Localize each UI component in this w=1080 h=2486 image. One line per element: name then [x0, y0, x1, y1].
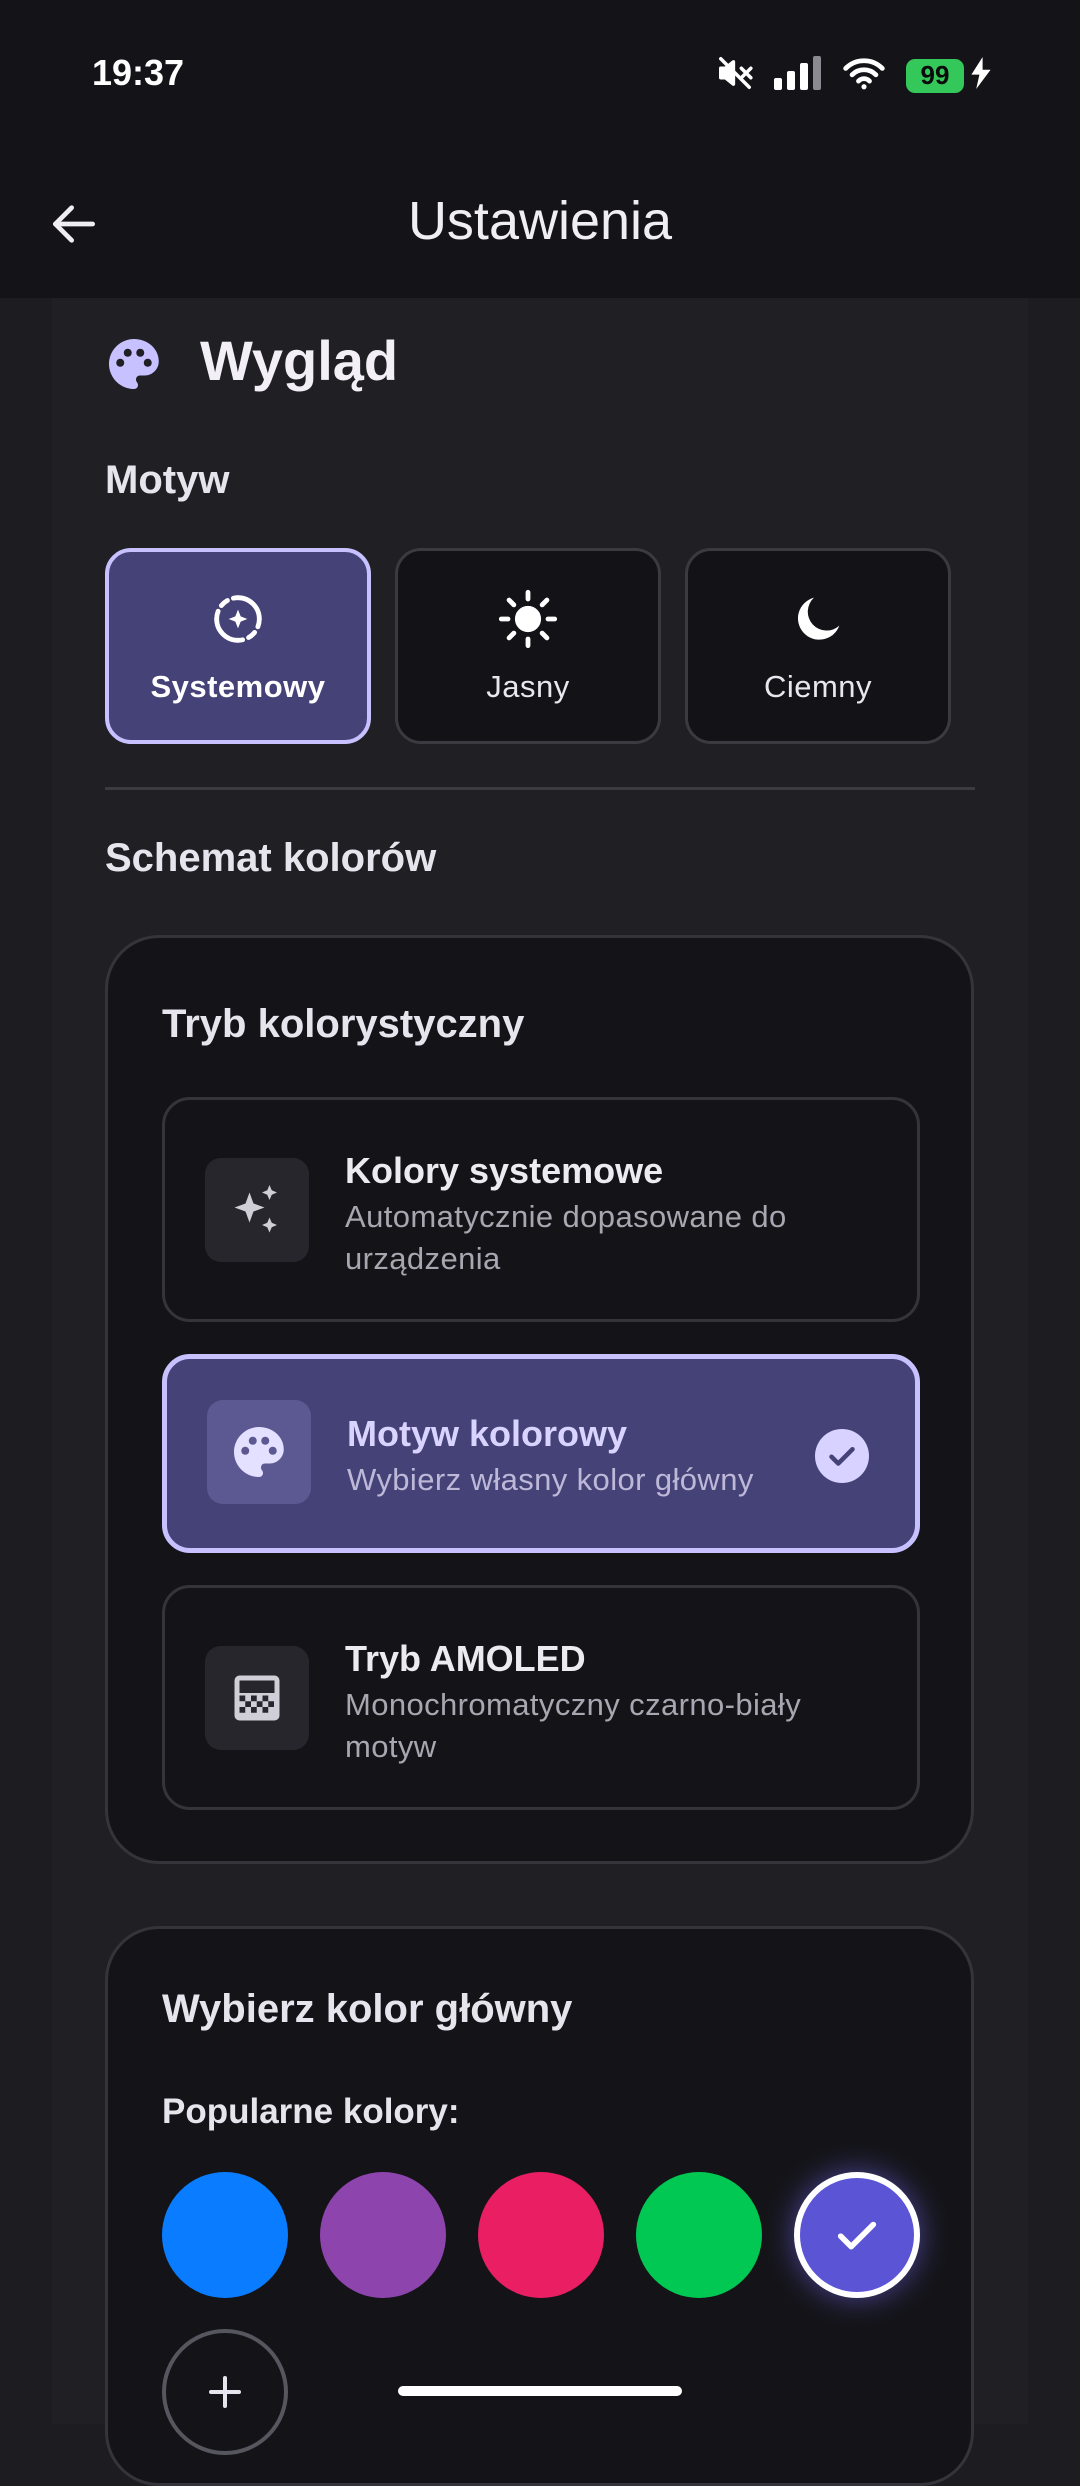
- option-description: Monochromatyczny czarno-biały motyw: [345, 1687, 802, 1764]
- section-title: Wygląd: [200, 329, 399, 392]
- color-swatch-blue[interactable]: [162, 2172, 288, 2298]
- primary-color-card: Wybierz kolor główny Popularne kolory:: [105, 1926, 974, 2486]
- color-swatch-indigo[interactable]: [794, 2172, 920, 2298]
- theme-option-label: Jasny: [486, 669, 570, 704]
- page-title: Ustawienia: [407, 191, 673, 251]
- color-mode-card: Tryb kolorystyczny Kolory systemowe Auto…: [105, 935, 974, 1864]
- option-description: Wybierz własny kolor główny: [347, 1462, 754, 1497]
- option-color-theme[interactable]: Motyw kolorowy Wybierz własny kolor głów…: [162, 1354, 920, 1553]
- plus-icon: [209, 2376, 241, 2408]
- popular-colors-label: Popularne kolory:: [162, 2092, 460, 2131]
- moon-icon: [797, 597, 840, 640]
- color-swatch-pink[interactable]: [478, 2172, 604, 2298]
- system-theme-icon: [214, 595, 262, 643]
- color-scheme-label: Schemat kolorów: [105, 836, 437, 880]
- option-amoled[interactable]: Tryb AMOLED Monochromatyczny czarno-biał…: [162, 1585, 920, 1810]
- sun-icon: [498, 589, 558, 649]
- card-title: Wybierz kolor główny: [162, 1987, 573, 2031]
- check-icon: [837, 2221, 877, 2250]
- mute-icon: [716, 54, 754, 97]
- card-title: Tryb kolorystyczny: [162, 1002, 525, 1046]
- theme-option-dark[interactable]: Ciemny: [685, 548, 951, 744]
- theme-option-label: Systemowy: [150, 669, 326, 704]
- option-title: Tryb AMOLED: [345, 1638, 586, 1679]
- divider: [105, 787, 975, 790]
- option-title: Kolory systemowe: [345, 1150, 664, 1191]
- option-system-colors[interactable]: Kolory systemowe Automatycznie dopasowan…: [162, 1097, 920, 1322]
- wifi-icon: [842, 56, 886, 95]
- sparkles-icon: [205, 1158, 309, 1262]
- theme-option-light[interactable]: Jasny: [395, 548, 661, 744]
- status-icons: 99: [716, 54, 992, 97]
- app-bar: 19:37 99 Ustawienia: [0, 0, 1080, 298]
- theme-option-label: Ciemny: [763, 669, 873, 704]
- theme-label: Motyw: [105, 458, 230, 502]
- theme-option-system[interactable]: Systemowy: [105, 548, 371, 744]
- color-swatch-green[interactable]: [636, 2172, 762, 2298]
- palette-icon: [104, 334, 164, 394]
- color-swatch-purple[interactable]: [320, 2172, 446, 2298]
- checkerboard-icon: [205, 1646, 309, 1750]
- palette-icon: [207, 1400, 311, 1504]
- option-description: Automatycznie dopasowane do urządzenia: [345, 1199, 787, 1276]
- status-time: 19:37: [92, 52, 185, 93]
- add-color-button[interactable]: [162, 2329, 288, 2455]
- check-circle-icon: [815, 1429, 869, 1483]
- signal-icon: [774, 56, 822, 95]
- charging-bolt-icon: [970, 57, 992, 94]
- option-title: Motyw kolorowy: [347, 1413, 628, 1454]
- home-indicator[interactable]: [398, 2386, 682, 2396]
- battery-icon: 99: [906, 58, 964, 93]
